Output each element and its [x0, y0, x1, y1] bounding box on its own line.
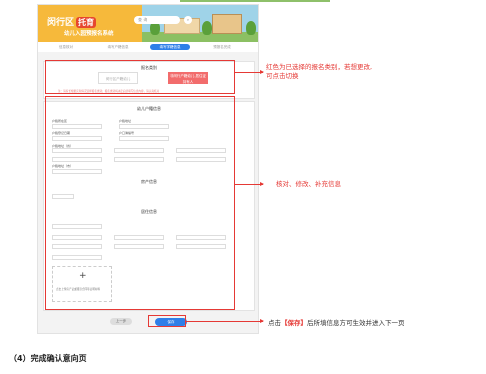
previous-button[interactable]: 上一步	[110, 318, 132, 325]
category-highlight-box	[45, 60, 235, 94]
banner-house	[212, 14, 242, 34]
search-input[interactable]: 查 询	[134, 16, 180, 24]
site-title-tag: 托育	[76, 17, 97, 28]
search-icon[interactable]: ⌕	[184, 16, 192, 24]
save-annotation-highlight: 【保存】	[281, 319, 307, 327]
top-divider	[180, 0, 330, 2]
site-banner: 闵行区 托育 幼儿入园预报名系统 查 询 ⌕	[38, 5, 258, 42]
category-arrow	[235, 70, 264, 74]
form-arrow	[235, 182, 264, 186]
category-annotation-line2: 可点击切换	[266, 72, 299, 80]
banner-tree	[202, 21, 212, 35]
save-annotation: 点击【保存】后所填信息方可生效并进入下一页	[268, 317, 405, 327]
form-annotation: 核对、修改、补充信息	[276, 180, 341, 188]
save-highlight-box	[148, 315, 186, 327]
site-subtitle: 幼儿入园预报名系统	[64, 31, 114, 37]
site-title: 闵行区 托育	[47, 15, 97, 28]
category-annotation-line1: 红色为已选择的报名类别，若想更改,	[266, 63, 373, 71]
step-4: 预报名完成	[213, 45, 231, 49]
step-nav: 信息核对 填写户籍信息 填写学籍信息 预报名完成	[38, 42, 258, 52]
category-annotation: 红色为已选择的报名类别，若想更改, 可点击切换	[266, 63, 372, 81]
site-title-text: 闵行区	[47, 18, 75, 28]
step-2: 填写户籍信息	[107, 45, 129, 49]
save-arrow	[186, 319, 264, 323]
save-annotation-suffix: 后所填信息方可生效并进入下一页	[307, 319, 405, 327]
form-highlight-box	[45, 96, 235, 310]
step-1: 信息核对	[59, 45, 73, 49]
step-3: 填写学籍信息	[150, 44, 190, 50]
banner-tree	[246, 21, 256, 35]
section-heading: （4）完成确认意向页	[9, 354, 87, 363]
save-annotation-prefix: 点击	[268, 319, 281, 327]
